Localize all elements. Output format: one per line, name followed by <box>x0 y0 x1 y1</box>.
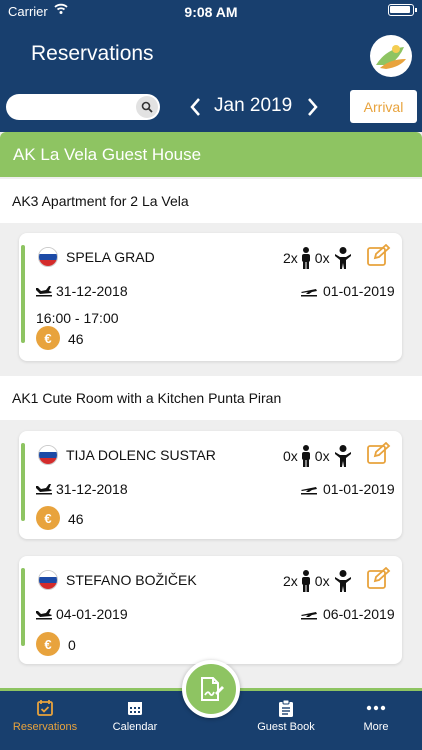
adult-icon <box>301 247 310 269</box>
clock: 9:08 AM <box>184 4 238 20</box>
app-logo[interactable] <box>370 35 412 77</box>
month-label: Jan 2019 <box>214 95 293 116</box>
children-count: 0x <box>314 250 330 266</box>
edit-icon[interactable] <box>367 567 391 589</box>
tab-label: Calendar <box>112 721 158 733</box>
calendar-check-icon <box>37 700 53 716</box>
unit-header: AK1 Cute Room with a Kitchen Punta Piran <box>0 376 422 420</box>
departure-plane-icon <box>36 609 52 620</box>
arrival-button[interactable]: Arrival <box>350 90 417 123</box>
adults-count: 2x <box>283 573 298 589</box>
tab-label: More <box>363 721 389 733</box>
departure-plane-icon <box>36 484 52 495</box>
tab-label: Guest Book <box>257 721 315 733</box>
search-input[interactable] <box>6 94 160 120</box>
amount: 0 <box>68 637 76 653</box>
euro-icon: € <box>36 506 60 530</box>
adults-count: 2x <box>283 250 298 266</box>
status-bar: Carrier 9:08 AM <box>0 0 422 24</box>
checkout-date: 01-01-2019 <box>323 283 395 299</box>
child-icon <box>334 445 351 467</box>
slovenia-flag-icon <box>38 445 58 465</box>
checkout-date: 01-01-2019 <box>323 481 395 497</box>
unit-header: AK3 Apartment for 2 La Vela <box>0 179 422 223</box>
guest-name: SPELA GRAD <box>66 249 155 265</box>
search-button[interactable] <box>136 96 158 118</box>
arrival-plane-icon <box>301 289 317 297</box>
next-month-icon[interactable] <box>306 94 320 120</box>
tab-guest-book[interactable]: Guest Book <box>241 699 331 733</box>
reservation-card[interactable]: TIJA DOLENC SUSTAR 0x 0x 31-12-2018 01-0… <box>19 431 402 539</box>
status-bar-indicator <box>21 443 25 521</box>
guest-name: TIJA DOLENC SUSTAR <box>66 447 216 463</box>
arrival-time: 16:00 - 17:00 <box>36 310 119 326</box>
calendar-icon <box>128 702 142 715</box>
tab-reservations[interactable]: Reservations <box>0 699 90 733</box>
adults-count: 0x <box>283 448 298 464</box>
tab-calendar[interactable]: Calendar <box>90 699 180 733</box>
edit-icon[interactable] <box>367 244 391 266</box>
search-icon <box>141 101 153 113</box>
clipboard-icon <box>279 699 293 717</box>
child-icon <box>334 247 351 269</box>
children-count: 0x <box>314 448 330 464</box>
header: Carrier 9:08 AM Reservations Jan 2019 Ar… <box>0 0 422 132</box>
amount: 46 <box>68 511 84 527</box>
reservation-card[interactable]: STEFANO BOŽIČEK 2x 0x 04-01-2019 06-01-2… <box>19 556 402 664</box>
tab-label: Reservations <box>12 721 78 733</box>
checkin-date: 04-01-2019 <box>56 606 128 622</box>
sign-document-icon <box>201 677 224 701</box>
euro-icon: € <box>36 326 60 350</box>
more-icon <box>366 705 386 711</box>
child-icon <box>334 570 351 592</box>
tab-more[interactable]: More <box>331 699 421 733</box>
slovenia-flag-icon <box>38 247 58 267</box>
euro-icon: € <box>36 632 60 656</box>
page-title: Reservations <box>31 42 154 65</box>
adult-icon <box>301 570 310 592</box>
new-reservation-button[interactable] <box>182 660 240 718</box>
departure-plane-icon <box>36 286 52 297</box>
arrival-plane-icon <box>301 612 317 620</box>
slovenia-flag-icon <box>38 570 58 590</box>
checkin-date: 31-12-2018 <box>56 481 128 497</box>
guest-name: STEFANO BOŽIČEK <box>66 572 197 588</box>
adult-icon <box>301 445 310 467</box>
status-bar-indicator <box>21 245 25 343</box>
status-bar-indicator <box>21 568 25 646</box>
prev-month-icon[interactable] <box>188 94 202 120</box>
arrival-plane-icon <box>301 487 317 495</box>
battery-icon <box>388 4 417 16</box>
children-count: 0x <box>314 573 330 589</box>
search-field[interactable] <box>16 94 136 120</box>
amount: 46 <box>68 331 84 347</box>
checkout-date: 06-01-2019 <box>323 606 395 622</box>
reservation-card[interactable]: SPELA GRAD 2x 0x 31-12-2018 01-01-2019 1… <box>19 233 402 361</box>
checkin-date: 31-12-2018 <box>56 283 128 299</box>
edit-icon[interactable] <box>367 442 391 464</box>
property-header: AK La Vela Guest House <box>0 132 422 177</box>
